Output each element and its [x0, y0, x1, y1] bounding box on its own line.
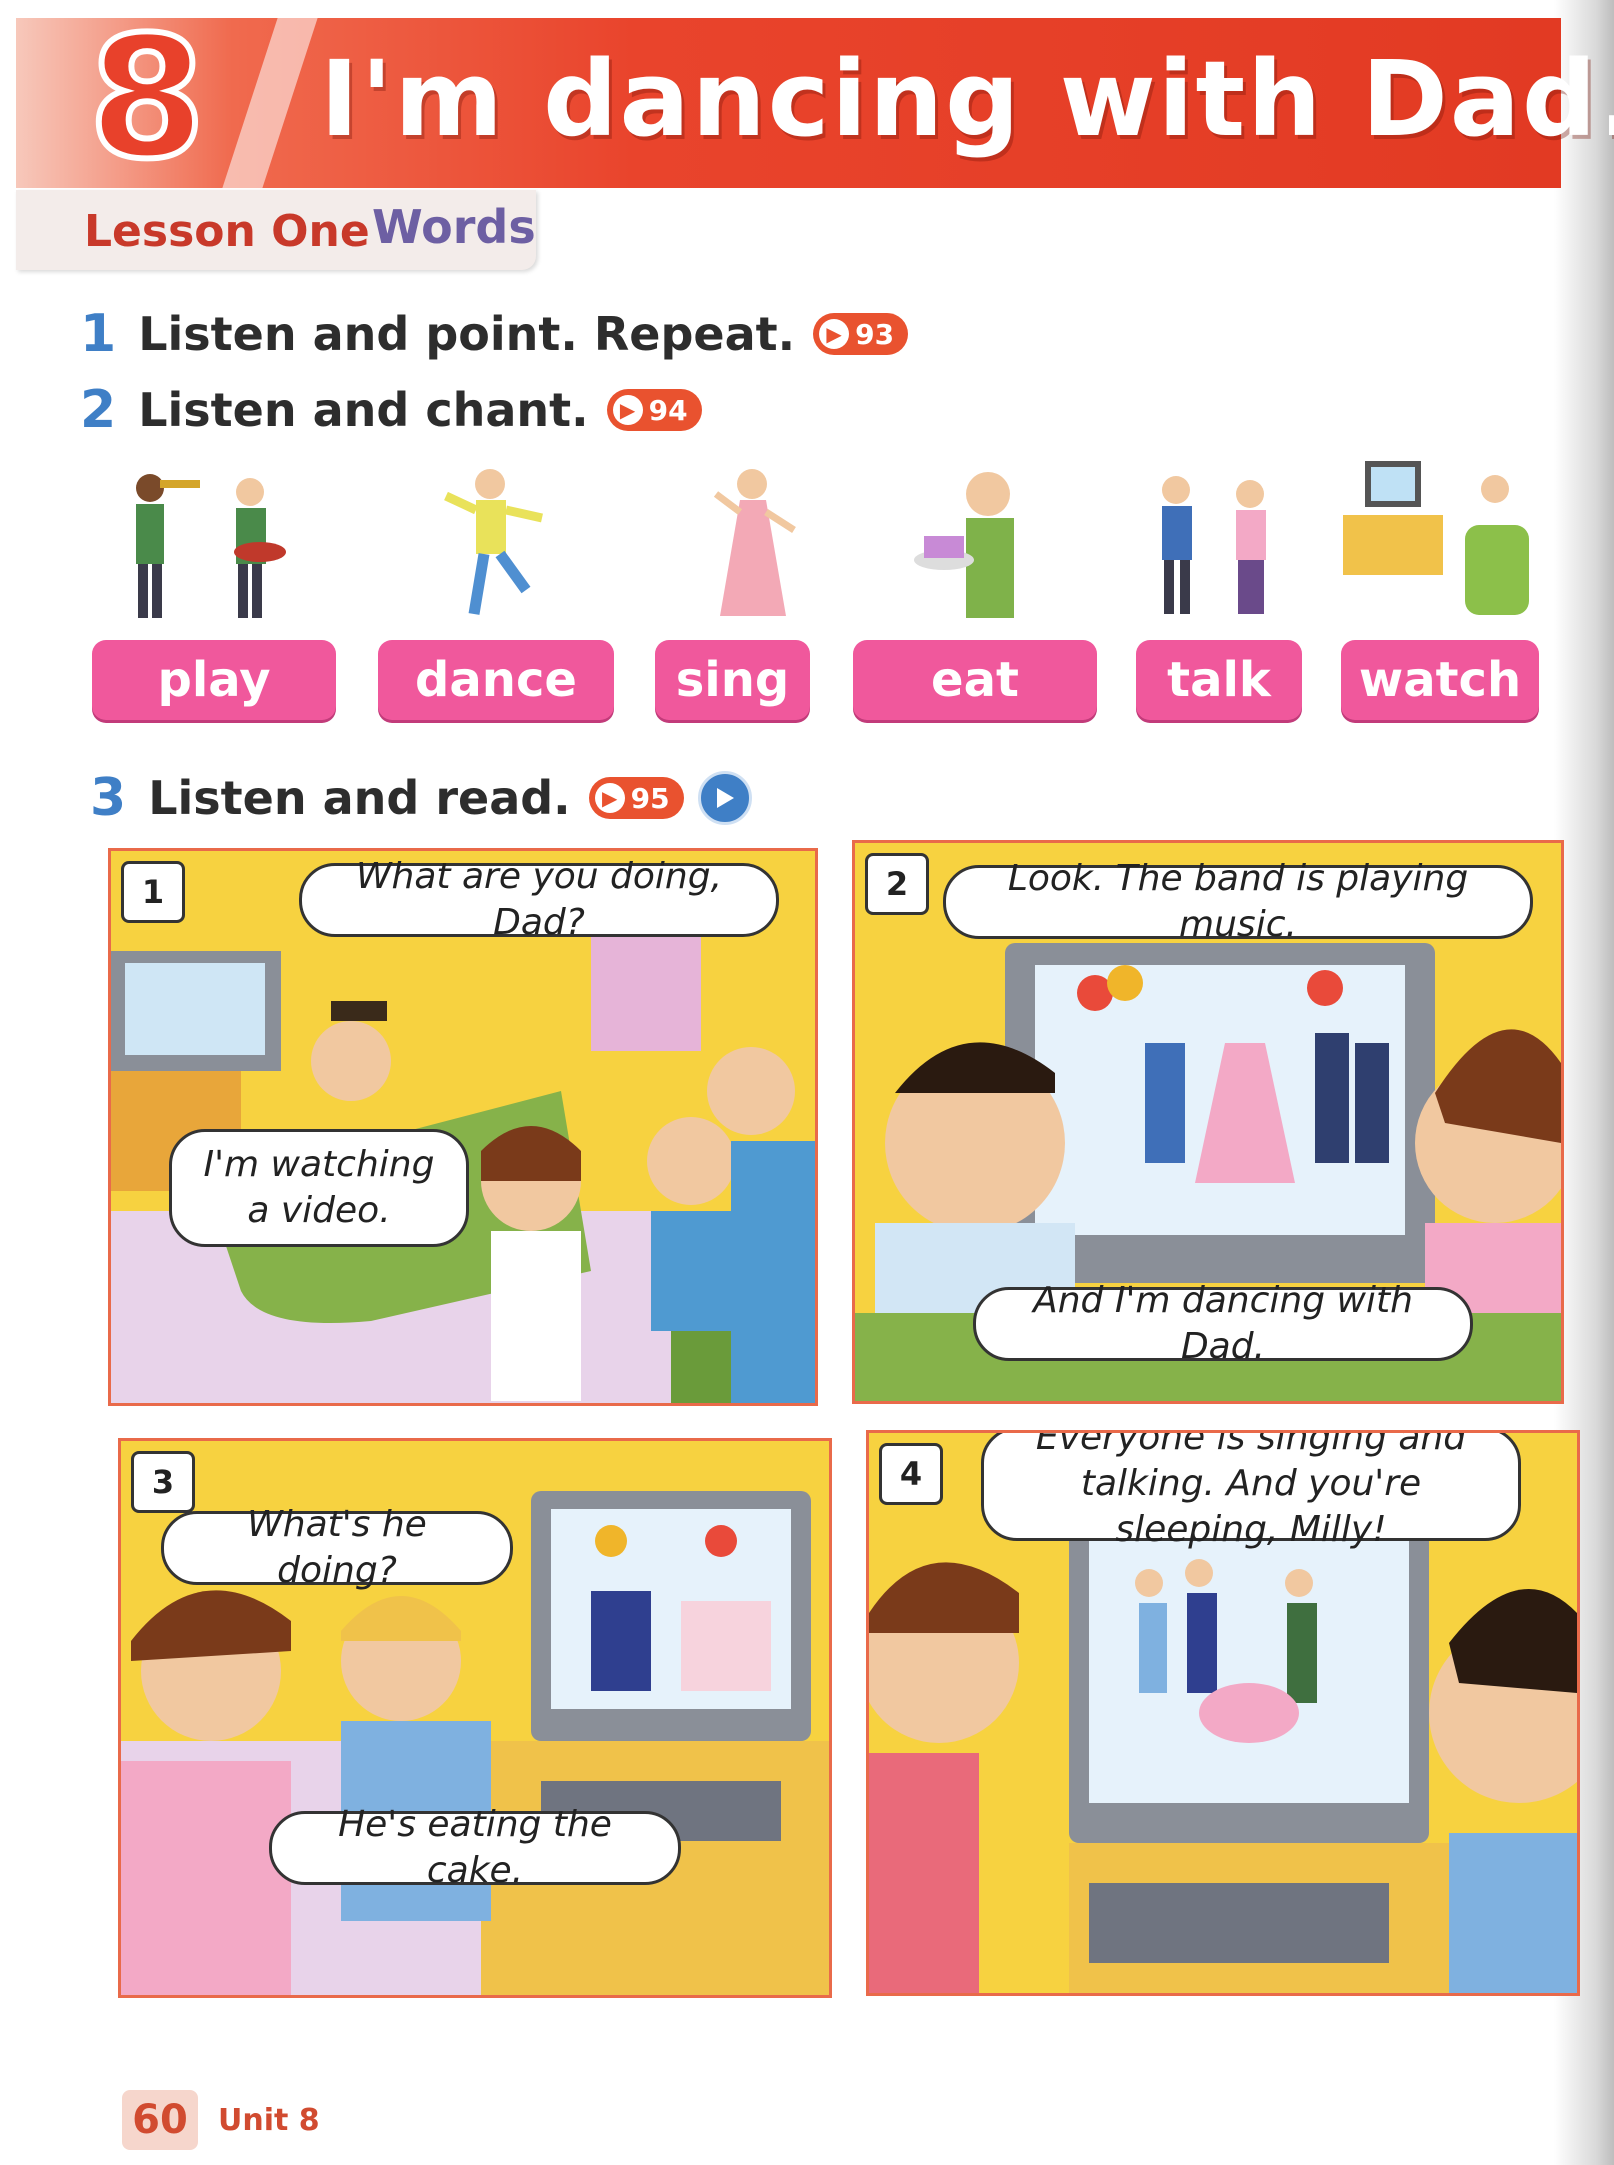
play-video-button[interactable]: [697, 771, 752, 825]
audio-track-button[interactable]: ▶ 94: [606, 389, 702, 431]
speaker-icon: ▶: [594, 783, 625, 813]
unit-title: I'm dancing with Dad.: [320, 38, 1614, 160]
audio-track-button[interactable]: ▶ 93: [813, 313, 909, 355]
band-musicians-illustration: [136, 474, 286, 618]
man-eating-cake-illustration: [914, 472, 1014, 618]
people-talking-illustration: [1162, 476, 1266, 614]
speech-bubble: He's eating the cake.: [269, 1804, 681, 1891]
lesson-label: Lesson One: [84, 206, 370, 257]
dancing-man-illustration: [444, 469, 543, 615]
activity-text: Listen and point. Repeat.: [138, 307, 796, 361]
speech-bubble: I'm watching a video.: [169, 1129, 469, 1247]
comic-panel-3: 3 What's he doing? He's eating the cake.: [118, 1438, 832, 1998]
panel-number: 4: [879, 1443, 943, 1505]
unit-number: 8: [86, 0, 209, 196]
lesson-type: Words: [372, 200, 536, 254]
speaker-icon: ▶: [819, 319, 850, 349]
track-number: 94: [648, 393, 688, 427]
activity-3: 3 Listen and read. ▶ 95: [90, 768, 752, 828]
track-number: 95: [630, 781, 670, 815]
play-icon: [716, 788, 734, 808]
activity-text: Listen and chant.: [138, 383, 589, 437]
track-number: 93: [855, 317, 895, 351]
word-card-eat[interactable]: eat: [853, 640, 1097, 720]
panel-number: 2: [865, 853, 929, 915]
unit-label: Unit 8: [218, 2103, 320, 2138]
comic-panel-1: 1 What are you doing, Dad? I'm watching …: [108, 848, 818, 1406]
activity-number: 2: [80, 380, 117, 440]
singing-woman-illustration: [713, 469, 796, 616]
speech-bubble: What are you doing, Dad?: [299, 856, 779, 943]
speech-bubble: What's he doing?: [161, 1504, 513, 1591]
comic-panel-2: 2 Look. The band is playing music. And I…: [852, 840, 1564, 1404]
page-number: 60: [122, 2090, 198, 2150]
audio-track-button[interactable]: ▶ 95: [588, 777, 684, 819]
speech-bubble: And I'm dancing with Dad.: [973, 1280, 1473, 1367]
activity-1: 1 Listen and point. Repeat. ▶ 93: [80, 304, 909, 364]
word-card-sing[interactable]: sing: [655, 640, 810, 720]
word-card-talk[interactable]: talk: [1136, 640, 1302, 720]
word-card-play[interactable]: play: [92, 640, 336, 720]
activity-2: 2 Listen and chant. ▶ 94: [80, 380, 702, 440]
activity-number: 3: [90, 768, 127, 828]
word-card-dance[interactable]: dance: [378, 640, 614, 720]
word-card-watch[interactable]: watch: [1341, 640, 1539, 720]
comic-panel-4: 4 Everyone is singing and talking. And y…: [866, 1430, 1580, 1996]
speech-bubble: Look. The band is playing music.: [943, 858, 1533, 945]
speaker-icon: ▶: [612, 395, 643, 425]
activity-text: Listen and read.: [148, 771, 571, 825]
panel-number: 1: [121, 861, 185, 923]
activity-number: 1: [80, 304, 117, 364]
speech-bubble: Everyone is singing and talking. And you…: [981, 1433, 1521, 1550]
watching-tv-illustration: [1343, 461, 1529, 615]
